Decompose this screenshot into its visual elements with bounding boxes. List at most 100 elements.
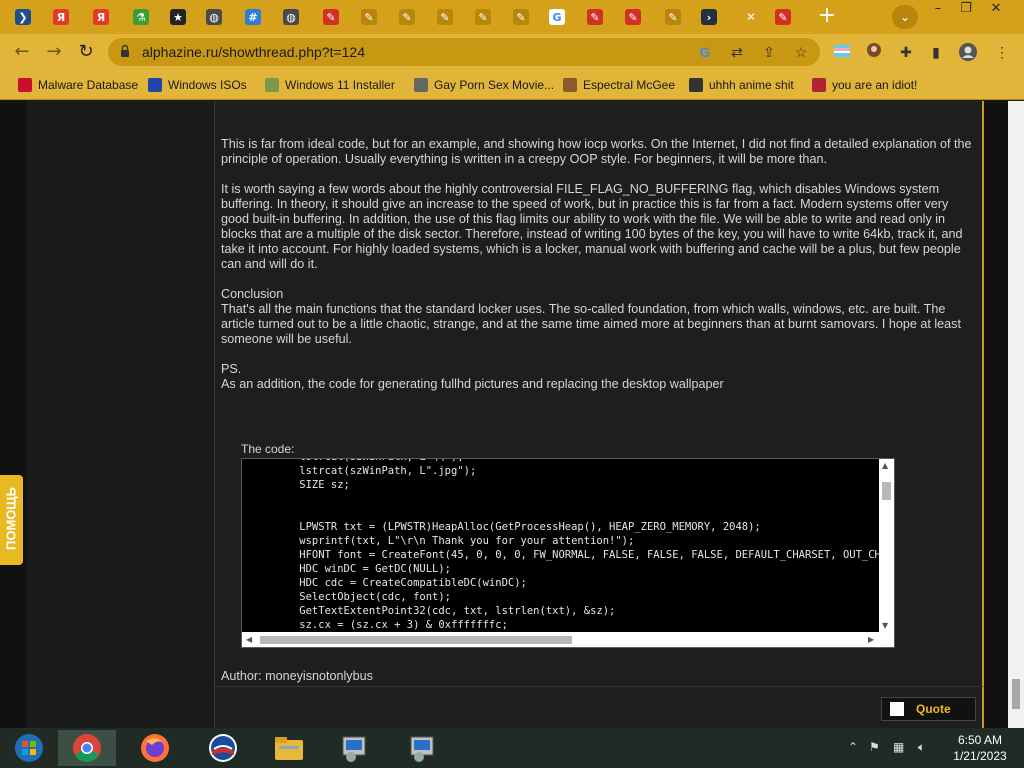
browser-tab[interactable]: ★: [163, 5, 193, 29]
code-line: SIZE sz;: [274, 479, 350, 491]
help-tab[interactable]: ПОМОЩЬ: [0, 475, 23, 565]
taskbar-file-explorer[interactable]: [260, 730, 318, 766]
reload-button[interactable]: ↻: [74, 40, 98, 64]
yandex-icon: Я: [53, 9, 69, 25]
browser-tab[interactable]: ✎: [468, 5, 498, 29]
profile-avatar-icon[interactable]: [958, 42, 978, 62]
page-viewport: ПОМОЩЬ This is far from ideal code, but …: [0, 101, 1024, 728]
translate-icon[interactable]: ⇄: [728, 43, 746, 61]
menu-kebab-icon[interactable]: ⋮: [992, 42, 1012, 62]
bookmark-label: Windows 11 Installer: [285, 78, 395, 92]
taskbar-installer-1[interactable]: [326, 730, 384, 766]
code-line: sz.cx = (sz.cx + 3) & 0xfffffffc;: [274, 619, 508, 631]
new-tab-button[interactable]: +: [815, 5, 839, 29]
browser-tab[interactable]: ⚗: [126, 5, 156, 29]
google-icon[interactable]: G: [696, 43, 714, 61]
code-label: The code:: [241, 442, 295, 456]
tab-strip: ❯ Я Я ⚗ ★ ◍ # ◍ ✎ ✎ ✎ ✎ ✎ ✎ G ✎ ✎ ✎ › ✎ ✕ + ⌄ – ❐ ✕: [0, 0, 1024, 34]
scroll-up-arrow-icon[interactable]: ▲: [882, 461, 888, 471]
page-scroll-thumb[interactable]: [1012, 679, 1020, 709]
browser-tab[interactable]: ✎: [392, 5, 422, 29]
code-block[interactable]: lstrcat(szWinPath, L"\\"); lstrcat(szWin…: [241, 458, 895, 648]
close-window-button[interactable]: ✕: [982, 0, 1010, 18]
browser-tab[interactable]: ✎: [354, 5, 384, 29]
clock-date: 1/21/2023: [953, 749, 1007, 763]
show-hidden-icons-icon[interactable]: ⌃: [848, 740, 858, 754]
quote-button-label: Quote: [916, 702, 951, 716]
start-button[interactable]: [0, 730, 58, 766]
code-line: HFONT font = CreateFont(45, 0, 0, 0, FW_…: [299, 549, 894, 561]
taskbar-app-obama[interactable]: [194, 730, 252, 766]
terminal-icon: ›: [701, 9, 717, 25]
bookmark-item[interactable]: Windows ISOs: [148, 76, 247, 94]
taskbar-chrome[interactable]: [58, 730, 116, 766]
taskbar-clock[interactable]: 6:50 AM 1/21/2023: [942, 732, 1018, 764]
browser-tab[interactable]: ◍: [199, 5, 229, 29]
browser-tab[interactable]: ✎: [580, 5, 610, 29]
volume-icon[interactable]: 🔈︎: [918, 740, 925, 755]
forward-button[interactable]: →: [42, 40, 66, 64]
network-icon[interactable]: ▦: [893, 740, 904, 754]
address-bar[interactable]: alphazine.ru/showthread.php?t=124 G ⇄ ⇪ …: [108, 38, 820, 66]
x-icon: [148, 78, 162, 92]
browser-tab[interactable]: ✎: [618, 5, 648, 29]
maximize-button[interactable]: ❐: [952, 0, 980, 18]
browser-tab[interactable]: Я: [86, 5, 116, 29]
browser-tab[interactable]: ✎: [506, 5, 536, 29]
windows-taskbar: ⌃ ⚑ ▦ 🔈︎ 6:50 AM 1/21/2023: [0, 728, 1024, 768]
scroll-right-arrow-icon[interactable]: ▶: [868, 635, 874, 645]
flask-icon: ⚗: [133, 9, 149, 25]
scroll-down-arrow-icon[interactable]: ▼: [882, 621, 888, 631]
code-vertical-scroll-thumb[interactable]: [882, 482, 891, 500]
powershell-icon: ❯: [15, 9, 31, 25]
share-icon[interactable]: ⇪: [760, 43, 778, 61]
bookmarks-bar: Malware Database Windows ISOs Windows 11 I…: [0, 70, 1024, 100]
bookmark-item[interactable]: you are an idiot!: [812, 76, 917, 94]
bookmark-label: uhhh anime shit: [709, 78, 794, 92]
bookmark-item[interactable]: Windows 11 Installer: [265, 76, 395, 94]
hashtag-icon: #: [245, 9, 261, 25]
browser-tab[interactable]: ✎: [316, 5, 346, 29]
taskbar-installer-2[interactable]: [394, 730, 452, 766]
bookmark-item[interactable]: Malware Database: [18, 76, 138, 94]
chrome-icon: [73, 734, 101, 762]
browser-tab[interactable]: ◍: [276, 5, 306, 29]
browser-tab[interactable]: ›: [694, 5, 724, 29]
browser-tab[interactable]: G: [542, 5, 572, 29]
face-icon: [689, 78, 703, 92]
code-vertical-scrollbar[interactable]: ▲ ▼: [879, 459, 894, 634]
code-horizontal-scroll-thumb[interactable]: [260, 636, 572, 644]
browser-tab[interactable]: ✎: [430, 5, 460, 29]
side-panel-icon[interactable]: ▮: [926, 42, 946, 62]
tab-search-button[interactable]: ⌄: [892, 5, 918, 29]
close-tab-icon[interactable]: ✕: [736, 5, 766, 29]
code-horizontal-scrollbar[interactable]: ◀ ▶: [242, 632, 894, 647]
scroll-left-arrow-icon[interactable]: ◀: [246, 635, 252, 645]
browser-tab[interactable]: ❯: [8, 5, 38, 29]
profile-extension-icon[interactable]: [864, 42, 884, 62]
bookmark-item[interactable]: Gay Porn Sex Movie...: [414, 76, 554, 94]
browser-tab[interactable]: #: [238, 5, 268, 29]
quote-button[interactable]: Quote: [881, 697, 976, 721]
browser-toolbar: ← → ↻ alphazine.ru/showthread.php?t=124 …: [0, 34, 1024, 70]
extensions-puzzle-icon[interactable]: ✚: [896, 42, 916, 62]
taskbar-firefox[interactable]: [126, 730, 184, 766]
browser-tab[interactable]: ✎: [768, 5, 798, 29]
action-center-flag-icon[interactable]: ⚑: [869, 740, 880, 754]
bookmark-item[interactable]: Espectral McGee: [563, 76, 675, 94]
page-scrollbar[interactable]: [1008, 101, 1024, 728]
avatar-icon: [563, 78, 577, 92]
browser-tab[interactable]: Я: [46, 5, 76, 29]
bookmark-star-icon[interactable]: ☆: [792, 43, 810, 61]
chevron-down-icon: ⌄: [899, 10, 911, 24]
minimize-button[interactable]: –: [924, 0, 952, 18]
extension-flag-icon[interactable]: [832, 42, 852, 62]
google-icon: G: [549, 9, 565, 25]
browser-tab[interactable]: ✎: [658, 5, 688, 29]
bookmark-item[interactable]: uhhh anime shit: [689, 76, 794, 94]
obama-icon: [209, 734, 237, 762]
back-button[interactable]: ←: [10, 40, 34, 64]
post-divider: [215, 686, 983, 687]
code-text: lstrcat(szWinPath, L"\\"); lstrcat(szWin…: [274, 459, 894, 632]
